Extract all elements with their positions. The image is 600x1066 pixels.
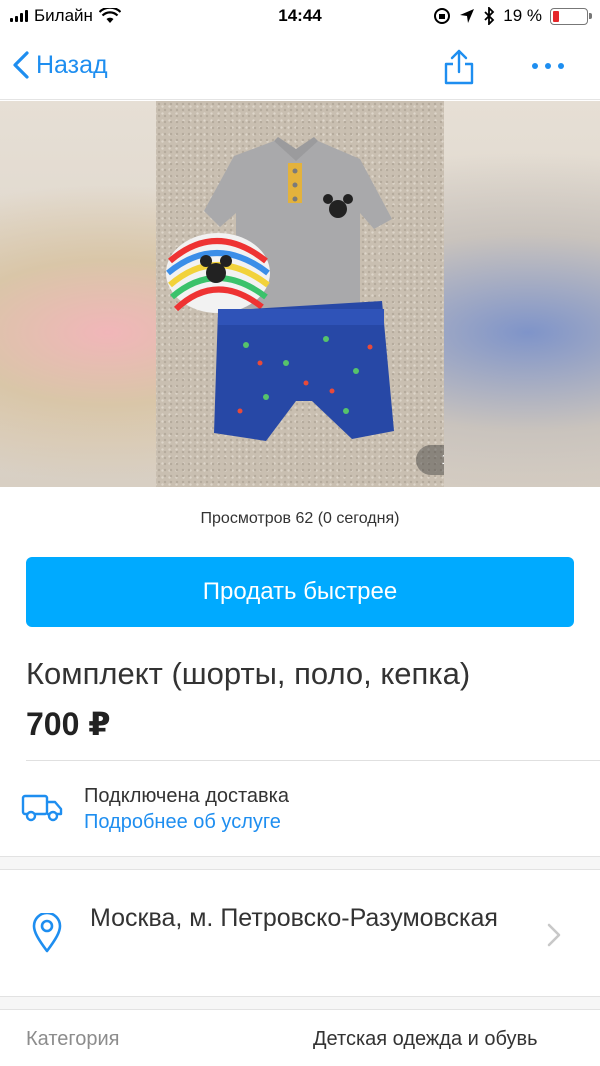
status-bar: Билайн 14:44 19 % xyxy=(0,0,600,34)
map-pin-icon xyxy=(32,913,62,953)
delivery-details-link[interactable]: Подробнее об услуге xyxy=(84,811,281,834)
clothing-illustration xyxy=(166,137,394,441)
listing-title: Комплект (шорты, поло, кепка) xyxy=(26,656,471,691)
section-separator xyxy=(0,856,600,870)
back-button[interactable]: Назад xyxy=(12,50,108,80)
navigation-bar: Назад xyxy=(0,36,600,100)
location-text: Москва, м. Петровско-Разумовская xyxy=(90,904,498,932)
truck-icon xyxy=(21,794,63,822)
bluetooth-icon xyxy=(484,7,495,25)
views-count: Просмотров 62 (0 сегодня) xyxy=(200,510,400,527)
divider xyxy=(26,760,600,761)
location-row[interactable]: Москва, м. Петровско-Разумовская xyxy=(0,870,600,996)
share-icon[interactable] xyxy=(440,48,478,86)
chevron-left-icon xyxy=(13,51,29,79)
status-right: 19 % xyxy=(433,6,592,26)
listing-photo[interactable]: 1 / 2 xyxy=(156,101,444,487)
battery-fill xyxy=(553,10,560,22)
photo-gallery[interactable]: 1 / 2 xyxy=(0,101,600,487)
page-indicator: 1 / 2 xyxy=(416,445,444,475)
delivery-section: Подключена доставка Подробнее об услуге xyxy=(0,762,600,856)
delivery-title: Подключена доставка xyxy=(84,785,289,807)
sell-faster-button[interactable]: Продать быстрее xyxy=(26,557,574,627)
lock-rotation-icon xyxy=(434,8,451,24)
section-separator xyxy=(0,996,600,1010)
category-row: Категория Детская одежда и обувь xyxy=(0,1010,600,1066)
back-label: Назад xyxy=(36,50,108,79)
more-icon[interactable] xyxy=(532,56,572,76)
location-arrow-icon xyxy=(460,9,475,23)
category-label: Категория xyxy=(26,1028,120,1050)
chevron-right-icon xyxy=(547,923,561,947)
category-value: Детская одежда и обувь xyxy=(313,1028,538,1050)
battery-percent: 19 % xyxy=(503,6,542,25)
battery-icon xyxy=(550,7,592,25)
listing-price: 700 ₽ xyxy=(26,706,111,742)
